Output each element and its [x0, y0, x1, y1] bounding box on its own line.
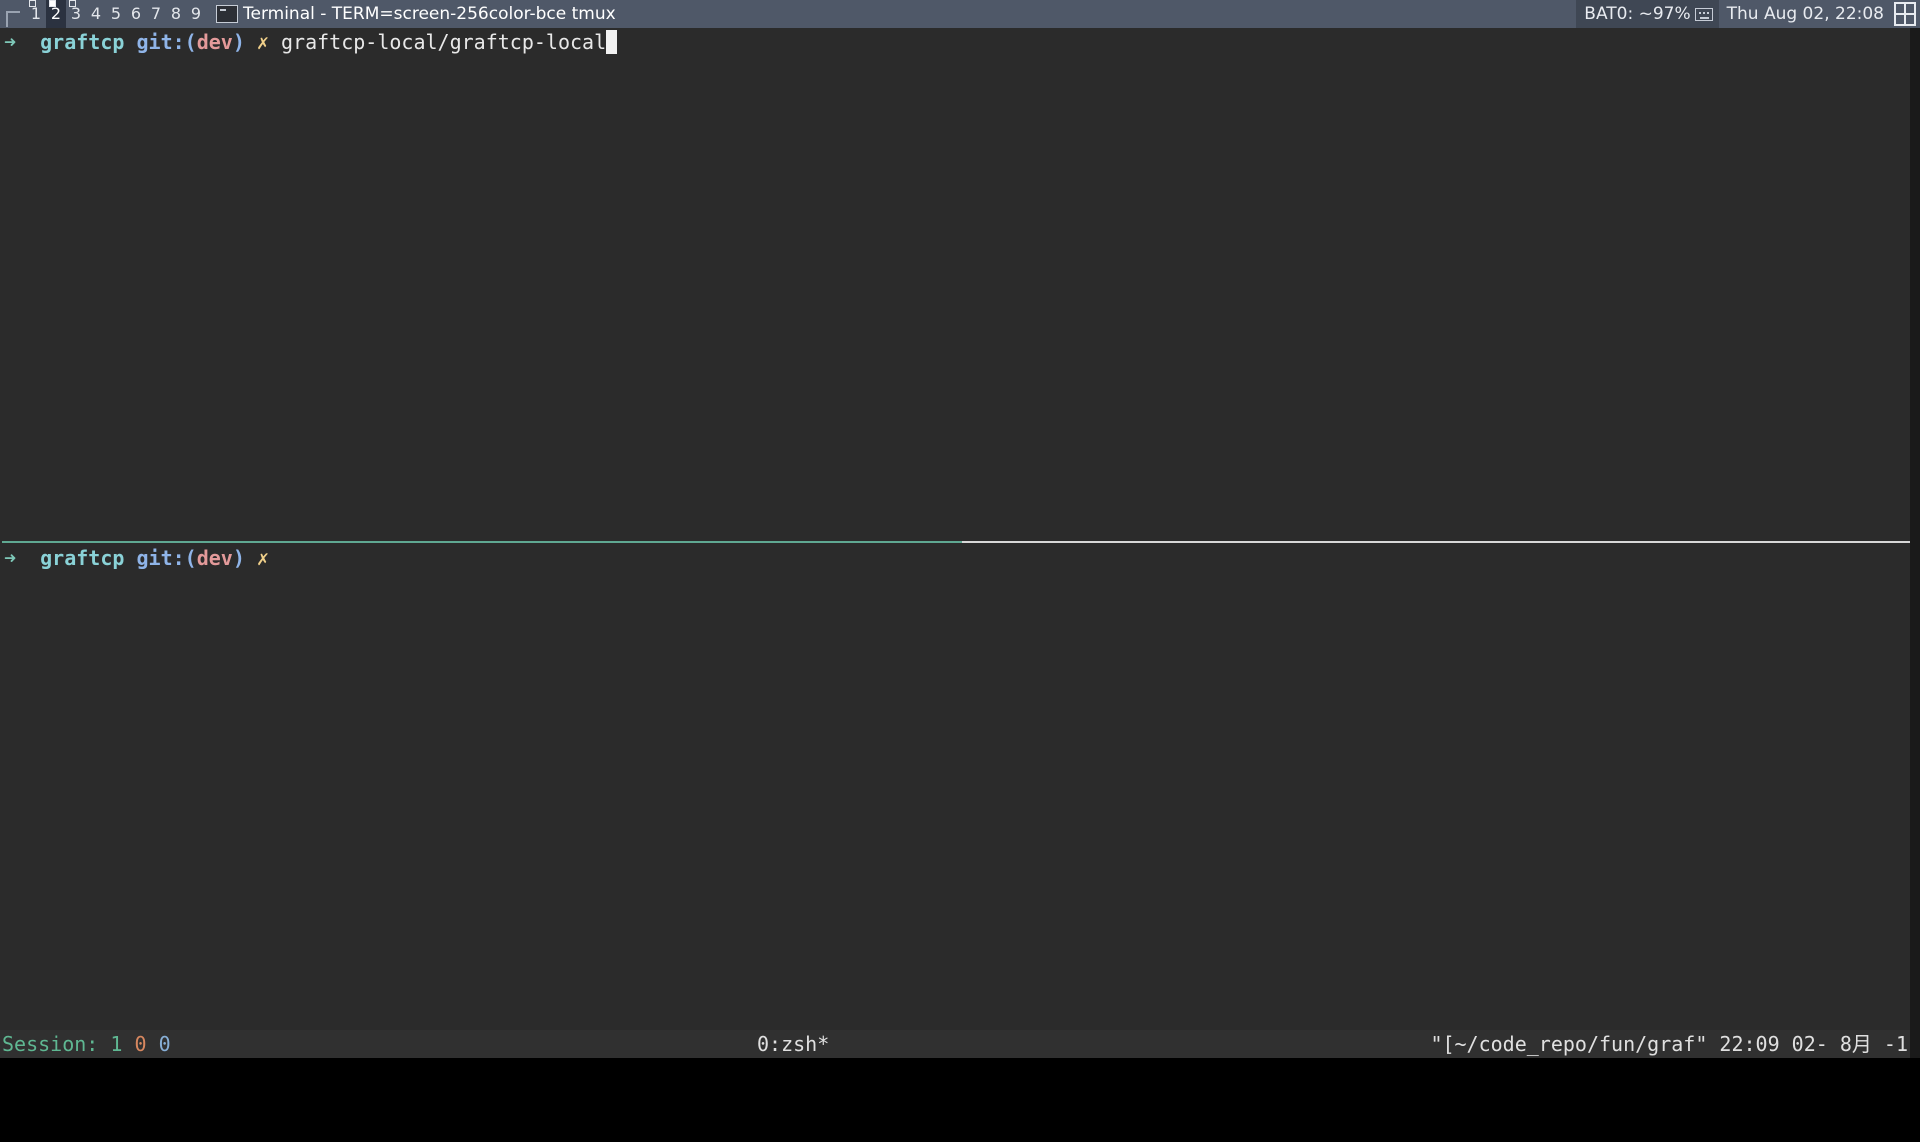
- keyboard-icon[interactable]: [1694, 7, 1713, 21]
- prompt-arrow: ➜: [4, 30, 17, 54]
- workspace-switcher: 1 2 3 4 5 6 7 8 9: [26, 0, 206, 28]
- window-marker-icon: [69, 0, 76, 7]
- workspace-3[interactable]: 3: [66, 0, 86, 28]
- workspace-9[interactable]: 9: [186, 0, 206, 28]
- prompt-dir: graftcp: [40, 30, 125, 54]
- tmux-pane-top[interactable]: ➜ graftcp git:(dev) ✗ graftcp-local/graf…: [0, 28, 1910, 541]
- window-title: Terminal - TERM=screen-256color-bce tmux: [243, 4, 616, 24]
- session-label: Session:: [2, 1032, 99, 1056]
- window-marker-icon: [49, 0, 56, 7]
- battery-indicator[interactable]: BAT0: ~97%: [1576, 0, 1719, 28]
- tmux-window-list[interactable]: 0:zsh*: [757, 1030, 829, 1058]
- window-marker-icon: [29, 0, 36, 7]
- top-panel: 1 2 3 4 5 6 7 8 9 Terminal - TERM=screen…: [0, 0, 1920, 28]
- prompt-arrow: ➜: [4, 546, 17, 570]
- workspace-4[interactable]: 4: [86, 0, 106, 28]
- screen-bottom: [0, 1058, 1920, 1080]
- workspace-8[interactable]: 8: [166, 0, 186, 28]
- prompt-dir: graftcp: [40, 546, 125, 570]
- prompt-line: ➜ graftcp git:(dev) ✗ graftcp-local/graf…: [4, 28, 618, 56]
- workspace-2[interactable]: 2: [46, 0, 66, 28]
- prompt-dirty-mark: ✗: [256, 546, 269, 570]
- workspace-1[interactable]: 1: [26, 0, 46, 28]
- tmux-session-info: Session: 1 0 0: [2, 1030, 171, 1058]
- prompt-line: ➜ graftcp git:(dev) ✗: [4, 544, 281, 572]
- prompt-git-label: git:(: [136, 30, 197, 54]
- panel-menu-icon[interactable]: [0, 0, 26, 28]
- prompt-branch: dev: [196, 546, 233, 570]
- session-number: 1: [110, 1032, 123, 1056]
- workspace-6[interactable]: 6: [126, 0, 146, 28]
- workspace-7[interactable]: 7: [146, 0, 166, 28]
- prompt-git-label: git:(: [136, 546, 197, 570]
- prompt-git-close: ): [232, 546, 245, 570]
- window-number: 0: [134, 1032, 147, 1056]
- text-cursor: [606, 30, 618, 54]
- terminal-window[interactable]: ➜ graftcp git:(dev) ✗ graftcp-local/graf…: [0, 28, 1910, 1060]
- tmux-status-right: "[~/code_repo/fun/graf" 22:09 02- 8月 -1: [1430, 1032, 1908, 1056]
- workspace-5[interactable]: 5: [106, 0, 126, 28]
- prompt-git-close: ): [232, 30, 245, 54]
- pane-divider[interactable]: [2, 541, 1910, 543]
- battery-text: BAT0: ~97%: [1584, 4, 1691, 24]
- taskbar-window-button[interactable]: Terminal - TERM=screen-256color-bce tmux: [216, 0, 616, 28]
- panel-tray: BAT0: ~97% Thu Aug 02, 22:08: [1576, 0, 1920, 28]
- command-input[interactable]: graftcp-local/graftcp-local: [281, 30, 606, 54]
- tmux-pane-bottom[interactable]: ➜ graftcp git:(dev) ✗: [0, 544, 1910, 1029]
- grid-layout-icon[interactable]: [1894, 2, 1916, 26]
- prompt-branch: dev: [196, 30, 233, 54]
- window-edge: [1910, 28, 1920, 1060]
- clock[interactable]: Thu Aug 02, 22:08: [1719, 0, 1894, 28]
- pane-number: 0: [158, 1032, 171, 1056]
- terminal-icon: [216, 5, 238, 23]
- prompt-dirty-mark: ✗: [256, 30, 269, 54]
- tmux-status-bar: Session: 1 0 0 0:zsh* "[~/code_repo/fun/…: [0, 1030, 1910, 1058]
